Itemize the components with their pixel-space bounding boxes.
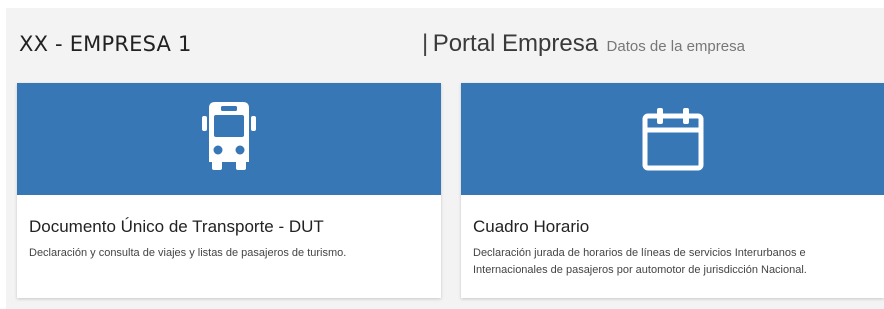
card-title[interactable]: Documento Único de Transporte - DUT xyxy=(29,217,441,237)
card-description: Declaración y consulta de viajes y lista… xyxy=(29,247,347,259)
card-body: Documento Único de Transporte - DUT Decl… xyxy=(17,195,441,262)
card-dut[interactable]: Documento Único de Transporte - DUT Decl… xyxy=(17,83,441,298)
card-body: Cuadro Horario Declaración jurada de hor… xyxy=(461,195,884,279)
card-cuadro-horario[interactable]: Cuadro Horario Declaración jurada de hor… xyxy=(461,83,884,298)
company-name: XX - EMPRESA 1 xyxy=(19,32,192,56)
portal-page: XX - EMPRESA 1 | Portal Empresa Datos de… xyxy=(6,8,884,309)
page-header: XX - EMPRESA 1 | Portal Empresa Datos de… xyxy=(6,8,884,78)
card-title[interactable]: Cuadro Horario xyxy=(473,217,884,237)
card-banner xyxy=(461,83,884,195)
bus-icon xyxy=(202,102,256,170)
card-description: Declaración jurada de horarios de líneas… xyxy=(473,247,807,276)
portal-subtitle: Datos de la empresa xyxy=(606,38,745,55)
card-banner xyxy=(17,83,441,195)
portal-title: Portal Empresa xyxy=(432,30,599,57)
calendar-icon xyxy=(642,108,703,171)
title-separator: | xyxy=(422,30,429,57)
portal-heading: | Portal Empresa Datos de la empresa xyxy=(422,30,745,58)
